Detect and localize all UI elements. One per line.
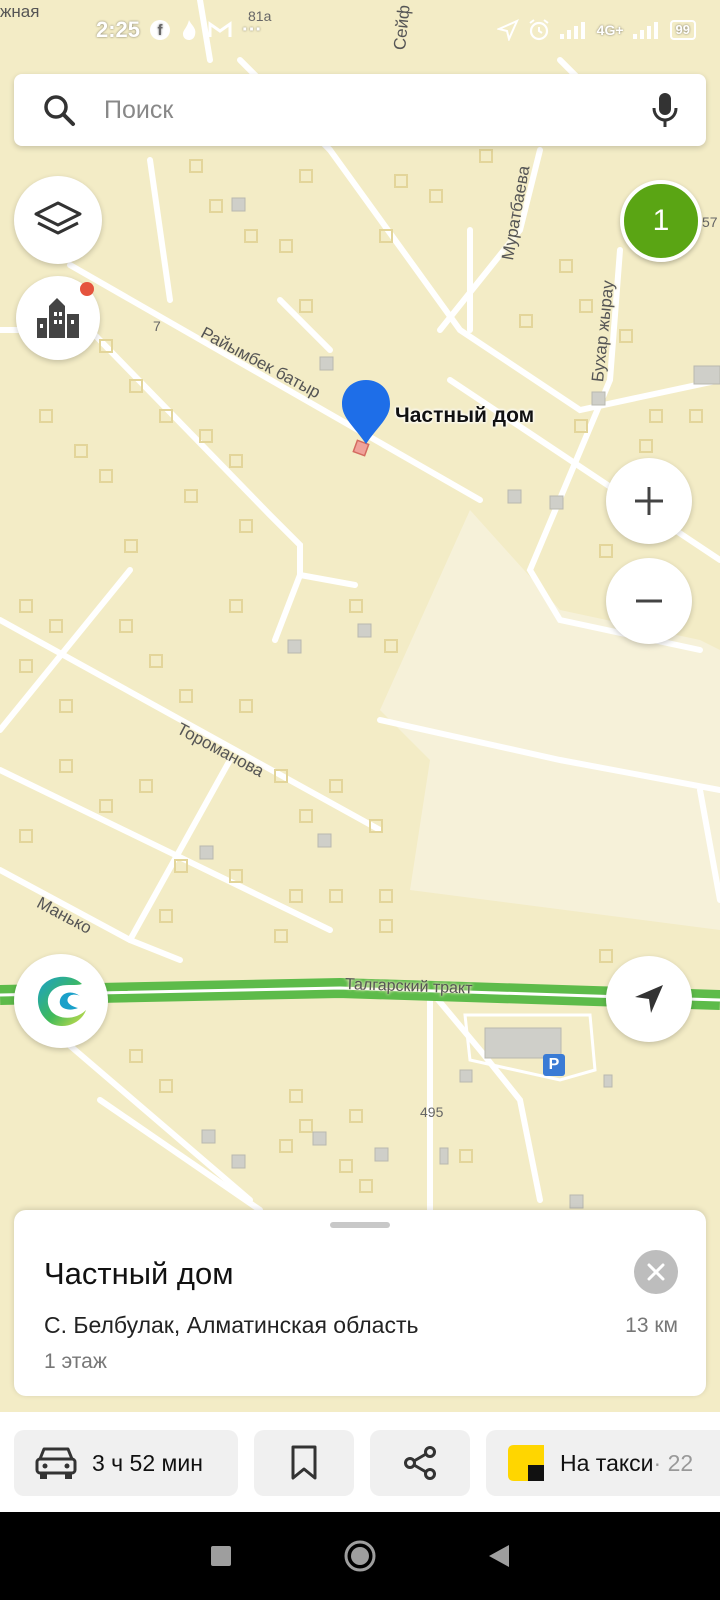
route-time: 3 ч 52 мин [92, 1449, 203, 1476]
location-pin-icon[interactable] [340, 378, 392, 460]
route-button[interactable]: 3 ч 52 мин [14, 1430, 238, 1496]
location-arrow-icon [635, 985, 663, 1013]
place-address: С. Белбулак, Алматинская область [44, 1312, 419, 1338]
search-bar[interactable] [14, 74, 706, 146]
more-notifications-icon: ··· [242, 18, 263, 41]
house-number-57: 57 [702, 214, 718, 230]
taxi-price: · 22 [653, 1449, 694, 1476]
bookmark-button[interactable] [254, 1430, 354, 1496]
sheet-drag-handle[interactable] [330, 1222, 390, 1228]
layers-icon [34, 201, 82, 235]
flame-icon [183, 20, 196, 40]
parking-letter: P [548, 1056, 560, 1073]
search-input[interactable] [104, 95, 652, 125]
taxi-label: На такси [560, 1449, 654, 1476]
system-navigation-bar [0, 1512, 720, 1600]
alarm-icon [529, 19, 549, 41]
alice-assistant-button[interactable] [14, 954, 108, 1048]
place-floors: 1 этаж [44, 1350, 107, 1373]
search-icon[interactable] [42, 93, 76, 127]
signal-icon [559, 22, 585, 39]
network-type: 4G+ [596, 22, 624, 38]
close-card-button[interactable] [634, 1250, 678, 1294]
place-title: Частный дом [44, 1256, 234, 1291]
taxi-logo-icon [508, 1445, 544, 1481]
share-icon [404, 1446, 436, 1480]
home-circle-icon[interactable] [343, 1539, 377, 1573]
city-buildings-icon [37, 298, 79, 338]
bookmark-icon [291, 1445, 317, 1480]
battery-level: 99 [669, 20, 696, 40]
plus-icon [635, 487, 663, 515]
back-triangle-icon[interactable] [487, 1543, 511, 1569]
my-location-button[interactable] [606, 956, 692, 1042]
close-icon [647, 1263, 665, 1281]
zoom-out-button[interactable] [606, 558, 692, 644]
map-canvas[interactable]: Райымбек батыр Тороманова Манько Талгарс… [0, 0, 720, 1420]
car-icon [35, 1447, 77, 1479]
taxi-button[interactable]: На такси · 22 [486, 1430, 720, 1496]
cluster-count-bubble[interactable]: 1 [620, 180, 702, 262]
share-button[interactable] [370, 1430, 470, 1496]
parking-icon[interactable]: P [543, 1054, 565, 1076]
layers-button[interactable] [14, 176, 102, 264]
status-bar: 2:25 f ··· 4G+ 99 [0, 0, 720, 60]
house-number-495: 495 [420, 1104, 444, 1120]
map-layer [0, 0, 720, 1213]
notification-dot [80, 282, 94, 296]
minus-icon [636, 599, 662, 603]
facebook-icon: f [150, 20, 171, 40]
navigation-arrow-icon [496, 19, 519, 41]
assistant-logo-icon [37, 976, 86, 1027]
pin-label[interactable]: Частный дом [395, 404, 534, 428]
city-places-button[interactable] [16, 276, 100, 360]
signal-icon-2 [632, 22, 658, 39]
status-right-icons: 4G+ 99 [496, 18, 696, 42]
place-card[interactable]: Частный дом С. Белбулак, Алматинская обл… [14, 1210, 706, 1396]
microphone-icon[interactable] [652, 92, 678, 128]
house-number-7: 7 [153, 318, 161, 334]
action-bar: 3 ч 52 мин На такси · 22 [0, 1412, 720, 1512]
notification-icons: f ··· [150, 19, 262, 42]
place-distance: 13 км [625, 1314, 678, 1337]
zoom-in-button[interactable] [606, 458, 692, 544]
status-time: 2:25 [96, 17, 141, 42]
gmail-icon [208, 21, 232, 37]
recents-square-icon[interactable] [209, 1544, 233, 1568]
